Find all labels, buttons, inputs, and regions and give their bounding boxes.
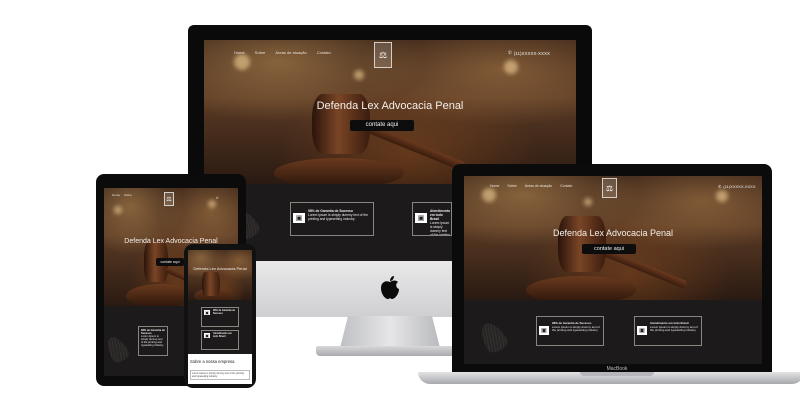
phone-hero: Defenda Lex Advocacia Penal [188,250,252,300]
mb-logo[interactable]: ⚖ [602,178,617,198]
certificate-icon: ▣ [204,310,210,315]
scales-icon: ⚖ [378,49,388,60]
briefcase-icon: ▣ [204,333,210,338]
about-text: Lorem Ipsum is simply dummy text of the … [190,370,250,380]
scales-icon: ⚖ [166,196,172,203]
phone-icon: ✆ [508,50,512,55]
macbook-hero: Home Sobre Áreas de atuação Contato ⚖ ✆ … [464,176,762,300]
tablet-cta-button[interactable]: contate aqui [156,258,184,266]
nav-link-home[interactable]: Home [234,50,245,55]
tablet-logo[interactable]: ⚖ [164,192,174,206]
mb-hero-title: Defenda Lex Advocacia Penal [552,228,674,238]
mb-cta-button[interactable]: contate aqui [582,244,636,254]
imac-hero: Home Sobre Áreas de atuação Contato ⚖ ✆ … [204,40,576,184]
phone-about: Sobre a nossa empresa Lorem Ipsum is sim… [188,354,252,384]
phone-feature-card-success: ▣ 98% de Garantia de Sucesso [201,307,239,327]
feature-card-brasil: ▣ Atendimento em todo Brasil Lorem Ipsum… [412,202,452,236]
nav-link-areas[interactable]: Áreas de atuação [275,50,306,55]
imac-stand [340,316,440,348]
macbook-notch [580,372,654,376]
mb-feature-card-brasil: ▣ Atendimento em todo Brasil Lorem Ipsum… [634,316,702,346]
briefcase-icon: ▣ [415,213,427,223]
phone-icon: ✆ [718,184,722,189]
mb-phone-number: ✆ (11)XXXXX-XXXX [718,184,756,189]
phone-icon: ✆ [216,196,219,200]
imac-foot [316,346,464,356]
phone-hero-title: Defenda Lex Advocacia Penal [193,266,247,271]
macbook-brand-label: MacBook [606,366,628,372]
cta-button[interactable]: contate aqui [350,120,414,131]
feature-card-success: ▣ 98% de Garantia de Sucesso Lorem Ipsum… [290,202,374,236]
hero-title: Defenda Lex Advocacia Penal [316,100,464,112]
nav-link-contato[interactable]: Contato [317,50,331,55]
phone-number: ✆ (11)XXXXX-XXXX [508,50,550,56]
certificate-icon: ▣ [539,326,549,335]
logo[interactable]: ⚖ [374,42,392,68]
mb-nav-link-home[interactable]: Home [490,184,499,188]
apple-logo-icon [381,276,399,299]
tablet-feature-card: 98% de Garantia de Sucesso Lorem Ipsum i… [138,326,168,356]
mb-nav-link-contato[interactable]: Contato [560,184,572,188]
certificate-icon: ▣ [293,213,305,223]
tablet-nav-sobre[interactable]: Sobre [124,193,132,197]
about-heading: Sobre a nossa empresa [190,359,235,364]
macbook-features: ▣ 98% de Garantia de Sucesso Lorem Ipsum… [464,300,762,364]
phone-features: ▣ 98% de Garantia de Sucesso ▣ Atendimen… [188,300,252,354]
mb-nav-link-areas[interactable]: Áreas de atuação [525,184,552,188]
mb-nav-link-sobre[interactable]: Sobre [507,184,516,188]
briefcase-icon: ▣ [637,326,647,335]
tablet-phone: ✆ [216,196,219,200]
mb-feature-card-success: ▣ 98% de Garantia de Sucesso Lorem Ipsum… [536,316,604,346]
tablet-nav-home[interactable]: Home [112,193,120,197]
phone-feature-card-brasil: ▣ Atendimento em todo Brasil [201,330,239,350]
scales-icon: ⚖ [605,183,614,193]
nav-link-sobre[interactable]: Sobre [255,50,266,55]
